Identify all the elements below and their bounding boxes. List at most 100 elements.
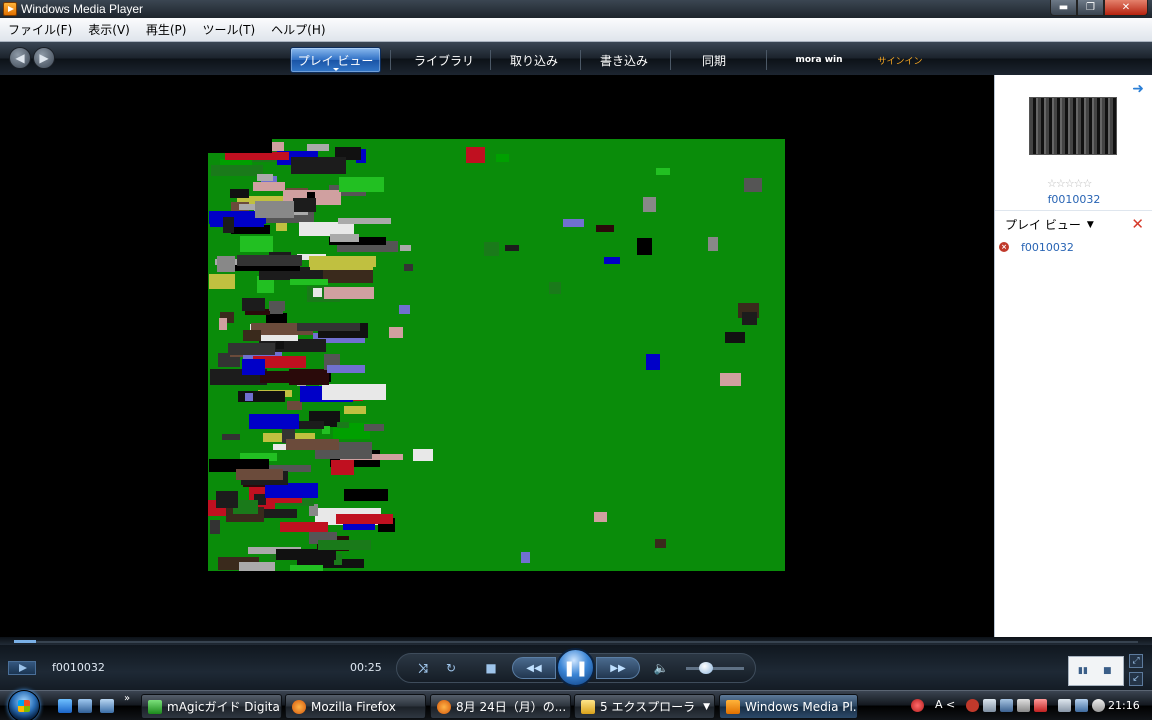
- menu-view[interactable]: 表示(V): [80, 21, 138, 38]
- clear-list-icon[interactable]: ✕: [1131, 215, 1144, 233]
- video-artifact: [253, 182, 285, 191]
- fast-forward-icon[interactable]: ▶▶: [596, 657, 640, 679]
- seek-bar[interactable]: [0, 637, 1152, 645]
- video-artifact: [290, 279, 328, 285]
- full-screen-icon[interactable]: ⤢: [1129, 654, 1143, 668]
- stop-icon[interactable]: ■: [482, 660, 500, 676]
- task-firefox-page[interactable]: 8月 24日（月）の...: [430, 694, 571, 719]
- firefox-icon: [437, 699, 451, 714]
- menu-help[interactable]: ヘルプ(H): [263, 21, 333, 38]
- menu-tools[interactable]: ツール(T): [194, 21, 263, 38]
- video-artifact: [466, 147, 485, 163]
- album-art-thumbnail[interactable]: [1029, 97, 1117, 155]
- video-artifact: [228, 343, 275, 355]
- video-artifact: [604, 257, 620, 264]
- video-artifact: [309, 256, 376, 267]
- connection-tray-icon[interactable]: [1075, 699, 1088, 712]
- task-firefox[interactable]: Mozilla Firefox: [285, 694, 426, 719]
- title-bar[interactable]: Windows Media Player ▬ ❐ ✕: [0, 0, 1152, 18]
- video-artifact: [322, 384, 386, 400]
- video-artifact: [399, 305, 410, 314]
- video-area[interactable]: [0, 75, 994, 637]
- tab-mora-win[interactable]: mora win: [786, 47, 852, 73]
- now-playing-icon[interactable]: [8, 661, 36, 675]
- video-artifact: [336, 514, 393, 524]
- taskbar-clock[interactable]: 21:16: [1108, 699, 1140, 712]
- seek-track[interactable]: [14, 641, 1138, 643]
- video-artifact: [327, 365, 365, 373]
- video-artifact: [324, 287, 374, 299]
- video-artifact: [400, 245, 411, 251]
- ime-tray-icon[interactable]: [983, 699, 996, 712]
- signin-link[interactable]: サインイン: [870, 47, 930, 73]
- tab-library[interactable]: ライブラリ: [400, 47, 488, 73]
- video-frame[interactable]: [208, 139, 785, 571]
- video-artifact: [280, 522, 328, 532]
- shuffle-icon[interactable]: ⤨: [414, 660, 432, 676]
- video-artifact: [496, 154, 509, 162]
- video-artifact: [307, 144, 329, 151]
- internet-explorer-icon[interactable]: [58, 699, 72, 713]
- video-artifact: [344, 406, 366, 414]
- red-tray-icon[interactable]: [911, 699, 924, 712]
- rewind-icon[interactable]: ◀◀: [512, 657, 556, 679]
- chevron-right-icon[interactable]: »: [124, 693, 130, 704]
- task-magic-guide[interactable]: mAgicガイド Digital: [141, 694, 282, 719]
- arrow-right-icon[interactable]: ➜: [1132, 81, 1144, 97]
- ime-indicator[interactable]: A <: [935, 698, 955, 711]
- speaker-tray-icon[interactable]: [1092, 699, 1105, 712]
- display-tray-icon[interactable]: [1017, 699, 1030, 712]
- minimize-button[interactable]: ▬: [1050, 0, 1077, 16]
- maximize-button[interactable]: ❐: [1077, 0, 1104, 16]
- task-explorer-group[interactable]: 5 エクスプローラ ▼: [574, 694, 715, 719]
- repeat-icon[interactable]: ↻: [442, 660, 460, 676]
- battery-tray-icon[interactable]: [1058, 699, 1071, 712]
- list-item-label: f0010032: [1021, 240, 1074, 254]
- chevron-down-icon: ▼: [703, 701, 710, 712]
- back-button[interactable]: ◀: [9, 47, 31, 69]
- volume-icon[interactable]: 🔈: [652, 660, 670, 676]
- switch-to-skin-icon[interactable]: ↙: [1129, 672, 1143, 686]
- volume-slider[interactable]: [686, 667, 744, 670]
- video-artifact: [596, 225, 614, 232]
- video-artifact: [563, 219, 584, 227]
- video-artifact: [242, 298, 265, 311]
- pause-button[interactable]: ❚❚: [556, 648, 595, 687]
- thumbnail-title[interactable]: f0010032: [995, 193, 1152, 206]
- switch-windows-icon[interactable]: [100, 699, 114, 713]
- forward-button[interactable]: ▶: [33, 47, 55, 69]
- show-desktop-icon[interactable]: [78, 699, 92, 713]
- video-artifact: [330, 234, 359, 242]
- video-artifact: [637, 238, 652, 255]
- video-artifact: [290, 565, 323, 571]
- close-button[interactable]: ✕: [1104, 0, 1148, 16]
- task-wmp[interactable]: Windows Media Pl...: [719, 694, 858, 719]
- menu-play[interactable]: 再生(P): [138, 21, 195, 38]
- playlist-header[interactable]: プレイ ビュー ▼: [995, 210, 1152, 238]
- start-button[interactable]: [8, 690, 40, 720]
- video-artifact: [239, 562, 275, 571]
- tab-now-playing[interactable]: プレイ ビュー: [290, 47, 381, 73]
- rating-stars[interactable]: ☆☆☆☆☆: [1047, 177, 1092, 190]
- chevron-down-icon[interactable]: ▼: [1087, 220, 1094, 230]
- video-artifact: [289, 369, 329, 385]
- task-label: mAgicガイド Digital: [167, 700, 282, 714]
- video-artifact: [389, 327, 403, 338]
- volume-knob[interactable]: [699, 662, 713, 674]
- tab-separator: [766, 50, 767, 70]
- alert-tray-icon[interactable]: [1034, 699, 1047, 712]
- compact-mode-icon[interactable]: ▮▮: [1078, 666, 1088, 676]
- task-label: 8月 24日（月）の...: [456, 700, 567, 714]
- transport-controls: f0010032 00:25 ⤨ ↻ ■ ◀◀ ▶▶ ❚❚ 🔈 ▮▮ ■ ⤢ ↙: [0, 645, 1152, 690]
- menu-file[interactable]: ファイル(F): [0, 21, 80, 38]
- menu-bar: ファイル(F) 表示(V) 再生(P) ツール(T) ヘルプ(H): [0, 18, 1152, 42]
- tab-sync[interactable]: 同期: [672, 47, 756, 73]
- tab-burn[interactable]: 書き込み: [582, 47, 666, 73]
- network-tray-icon[interactable]: [1000, 699, 1013, 712]
- tab-separator: [390, 50, 391, 70]
- window-title: Windows Media Player: [21, 2, 144, 16]
- security-tray-icon[interactable]: [966, 699, 979, 712]
- tab-rip[interactable]: 取り込み: [492, 47, 576, 73]
- list-item[interactable]: × f0010032: [995, 238, 1152, 256]
- skin-mode-icon[interactable]: ■: [1103, 666, 1112, 676]
